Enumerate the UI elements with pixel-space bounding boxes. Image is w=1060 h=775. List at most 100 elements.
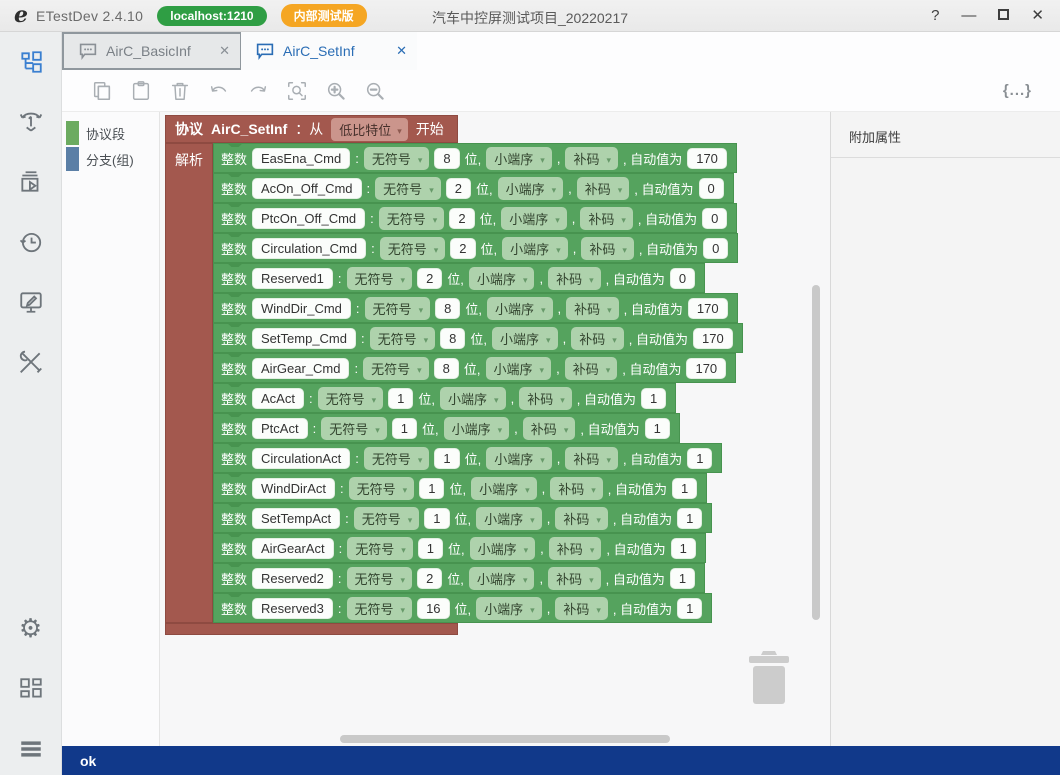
toolbox-item-branch-group[interactable]: 分支(组) <box>62 146 159 172</box>
bits-input[interactable]: 2 <box>449 207 475 229</box>
toolbox-item-protocol-segment[interactable]: 协议段 <box>62 120 159 146</box>
history-icon[interactable] <box>17 228 45 256</box>
bits-input[interactable]: 1 <box>391 417 417 439</box>
auto-value-input[interactable]: 0 <box>698 177 724 199</box>
sign-dropdown[interactable]: 无符号 <box>348 476 415 500</box>
sign-dropdown[interactable]: 无符号 <box>346 566 413 590</box>
touch-gesture-icon[interactable] <box>17 108 45 136</box>
zoom-in-icon[interactable] <box>324 79 348 103</box>
field-row[interactable]: 整数 PtcOn_Off_Cmd : 无符号 2 位, 小端序 , 补码 <box>213 203 738 233</box>
field-row[interactable]: 整数 Reserved2 : 无符号 2 位, 小端序 , 补码 <box>213 563 706 593</box>
field-row[interactable]: 整数 CirculationAct : 无符号 1 位, 小端序 , 补码 <box>213 443 723 473</box>
protocol-block-footer[interactable] <box>165 623 458 635</box>
tab-airc-basicinf[interactable]: AirC_BasicInf ✕ <box>64 34 240 68</box>
auto-value-input[interactable]: 170 <box>687 147 727 169</box>
code-dropdown[interactable]: 补码 <box>522 416 576 440</box>
field-row[interactable]: 整数 Circulation_Cmd : 无符号 2 位, 小端序 , 补码 <box>213 233 739 263</box>
endian-dropdown[interactable]: 小端序 <box>486 446 552 470</box>
endian-dropdown[interactable]: 小端序 <box>502 236 568 260</box>
field-row[interactable]: 整数 AirGearAct : 无符号 1 位, 小端序 , 补码 <box>213 533 706 563</box>
field-row[interactable]: 整数 SetTemp_Cmd : 无符号 8 位, 小端序 , 补码 <box>213 323 743 353</box>
sign-dropdown[interactable]: 无符号 <box>317 386 384 410</box>
endian-dropdown[interactable]: 小端序 <box>476 596 542 620</box>
code-dropdown[interactable]: 补码 <box>565 446 618 470</box>
bits-input[interactable]: 1 <box>434 447 460 469</box>
endian-dropdown[interactable]: 小端序 <box>492 326 558 350</box>
field-row[interactable]: 整数 Reserved3 : 无符号 16 位, 小端序 , 补码 <box>213 593 713 623</box>
horizontal-scrollbar[interactable] <box>340 735 670 743</box>
auto-value-input[interactable]: 1 <box>640 387 667 409</box>
code-view-icon[interactable]: {...} <box>1003 82 1032 99</box>
endian-dropdown[interactable]: 小端序 <box>471 476 537 500</box>
sign-dropdown[interactable]: 无符号 <box>346 596 413 620</box>
delete-icon[interactable] <box>168 79 192 103</box>
auto-value-input[interactable]: 170 <box>692 327 733 349</box>
run-layers-icon[interactable] <box>17 168 45 196</box>
field-row[interactable]: 整数 WindDir_Cmd : 无符号 8 位, 小端序 , 补码 <box>213 293 738 323</box>
help-button[interactable]: ? <box>931 8 939 23</box>
field-row[interactable]: 整数 AirGear_Cmd : 无符号 8 位, 小端序 , 补码 <box>213 353 737 383</box>
bits-input[interactable]: 8 <box>440 327 466 349</box>
bits-input[interactable]: 8 <box>434 147 460 169</box>
vertical-scrollbar[interactable] <box>812 285 820 620</box>
code-dropdown[interactable]: 补码 <box>555 596 608 620</box>
protocol-block[interactable]: 协议 AirC_SetInf ：从 低比特位 开始 解析 <box>165 115 743 635</box>
bit-order-dropdown[interactable]: 低比特位 <box>331 117 408 141</box>
zoom-fit-icon[interactable] <box>285 79 309 103</box>
field-name-input[interactable]: AirGearAct <box>252 537 334 559</box>
field-name-input[interactable]: WindDirAct <box>252 477 336 499</box>
code-dropdown[interactable]: 补码 <box>565 146 618 170</box>
field-name-input[interactable]: AirGear_Cmd <box>252 357 350 379</box>
redo-icon[interactable] <box>246 79 270 103</box>
bits-input[interactable]: 1 <box>417 537 443 559</box>
auto-value-input[interactable]: 0 <box>702 207 728 229</box>
endian-dropdown[interactable]: 小端序 <box>486 146 552 170</box>
code-dropdown[interactable]: 补码 <box>548 566 601 590</box>
bits-input[interactable]: 2 <box>417 567 443 589</box>
endian-dropdown[interactable]: 小端序 <box>443 416 510 440</box>
tab-airc-setinf[interactable]: AirC_SetInf ✕ <box>241 32 417 70</box>
auto-value-input[interactable]: 1 <box>687 447 713 469</box>
sign-dropdown[interactable]: 无符号 <box>363 146 430 170</box>
close-button[interactable]: ✕ <box>1031 8 1044 23</box>
bits-input[interactable]: 8 <box>435 297 461 319</box>
sign-dropdown[interactable]: 无符号 <box>363 356 429 380</box>
sign-dropdown[interactable]: 无符号 <box>369 326 436 350</box>
sign-dropdown[interactable]: 无符号 <box>321 416 387 440</box>
bits-input[interactable]: 2 <box>445 177 471 199</box>
field-row[interactable]: 整数 AcOn_Off_Cmd : 无符号 2 位, 小端序 , 补码 <box>213 173 734 203</box>
endian-dropdown[interactable]: 小端序 <box>485 356 552 380</box>
auto-value-input[interactable]: 0 <box>703 237 729 259</box>
auto-value-input[interactable]: 1 <box>677 507 703 529</box>
auto-value-input[interactable]: 170 <box>686 357 727 379</box>
field-name-input[interactable]: Reserved2 <box>252 567 333 589</box>
auto-value-input[interactable]: 170 <box>687 297 728 319</box>
endian-dropdown[interactable]: 小端序 <box>501 206 567 230</box>
sign-dropdown[interactable]: 无符号 <box>353 506 420 530</box>
field-row[interactable]: 整数 AcAct : 无符号 1 位, 小端序 , 补码 <box>213 383 677 413</box>
minimize-button[interactable]: — <box>961 8 976 23</box>
field-row[interactable]: 整数 WindDirAct : 无符号 1 位, 小端序 , 补码 <box>213 473 708 503</box>
bits-input[interactable]: 1 <box>424 507 450 529</box>
field-name-input[interactable]: Reserved1 <box>252 267 333 289</box>
code-dropdown[interactable]: 补码 <box>564 356 618 380</box>
endian-dropdown[interactable]: 小端序 <box>440 386 506 410</box>
sign-dropdown[interactable]: 无符号 <box>378 206 445 230</box>
endian-dropdown[interactable]: 小端序 <box>468 266 535 290</box>
endian-dropdown[interactable]: 小端序 <box>476 506 542 530</box>
code-dropdown[interactable]: 补码 <box>548 536 602 560</box>
tab-close-icon[interactable]: ✕ <box>219 43 230 59</box>
endian-dropdown[interactable]: 小端序 <box>468 566 535 590</box>
code-dropdown[interactable]: 补码 <box>571 326 624 350</box>
paste-icon[interactable] <box>129 79 153 103</box>
bits-input[interactable]: 2 <box>450 237 476 259</box>
field-name-input[interactable]: SetTempAct <box>252 507 341 529</box>
endian-dropdown[interactable]: 小端序 <box>469 536 536 560</box>
menu-icon[interactable] <box>17 735 45 763</box>
auto-value-input[interactable]: 1 <box>670 537 696 559</box>
endian-dropdown[interactable]: 小端序 <box>486 296 553 320</box>
bits-input[interactable]: 8 <box>433 357 459 379</box>
tools-icon[interactable] <box>17 348 45 376</box>
sign-dropdown[interactable]: 无符号 <box>364 296 431 320</box>
protocol-block-header[interactable]: 协议 AirC_SetInf ：从 低比特位 开始 <box>165 115 458 143</box>
